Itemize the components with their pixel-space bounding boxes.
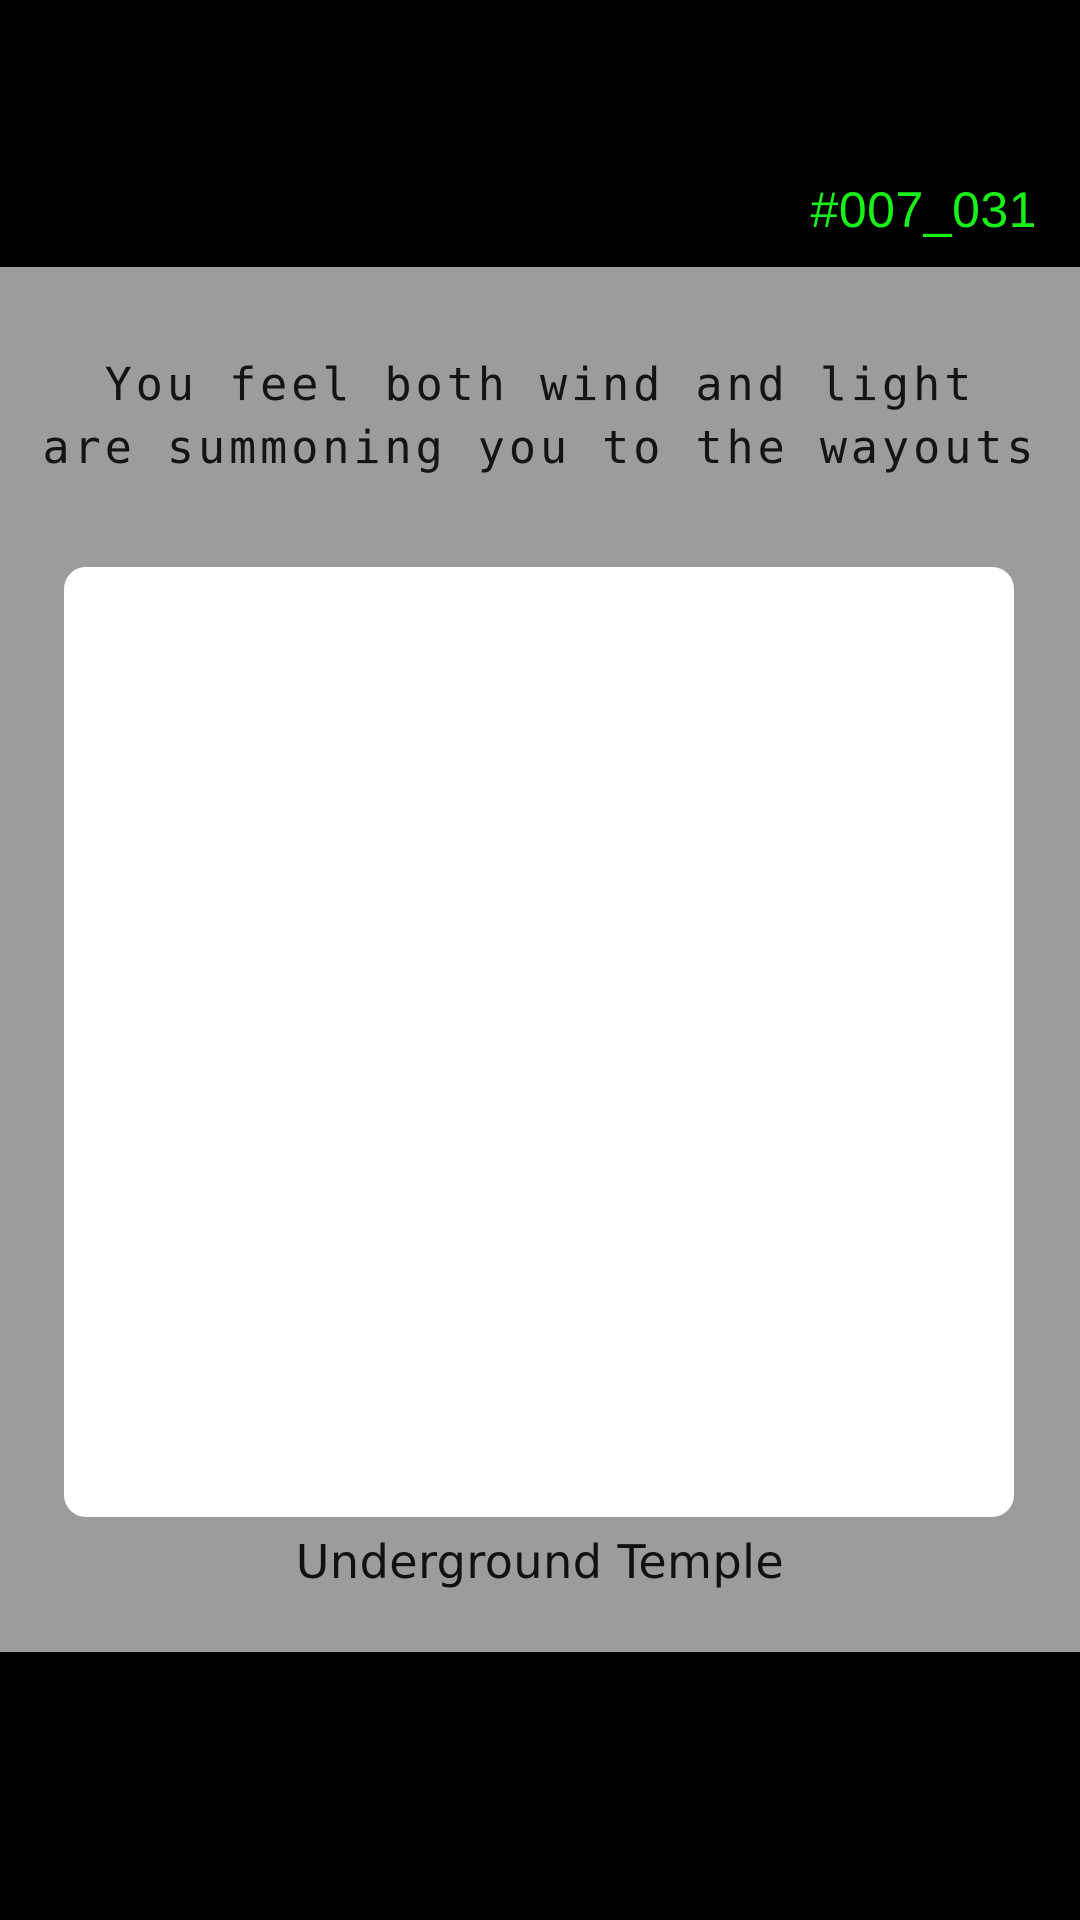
narration-message: You feel both wind and light are summoni… (0, 353, 1080, 479)
narration-line-2: are summoning you to the wayouts (42, 421, 1038, 474)
top-bar: #007_031 (0, 0, 1080, 267)
room-name: Underground Temple (295, 1535, 785, 1589)
room-panel: You feel both wind and light are summoni… (0, 267, 1080, 1652)
narration-line-1: You feel both wind and light (104, 358, 976, 411)
room-view[interactable] (64, 567, 1014, 1517)
bottom-bar (0, 1652, 1080, 1920)
game-screen: #007_031 You feel both wind and light ar… (0, 0, 1080, 1920)
level-code: #007_031 (810, 182, 1037, 238)
